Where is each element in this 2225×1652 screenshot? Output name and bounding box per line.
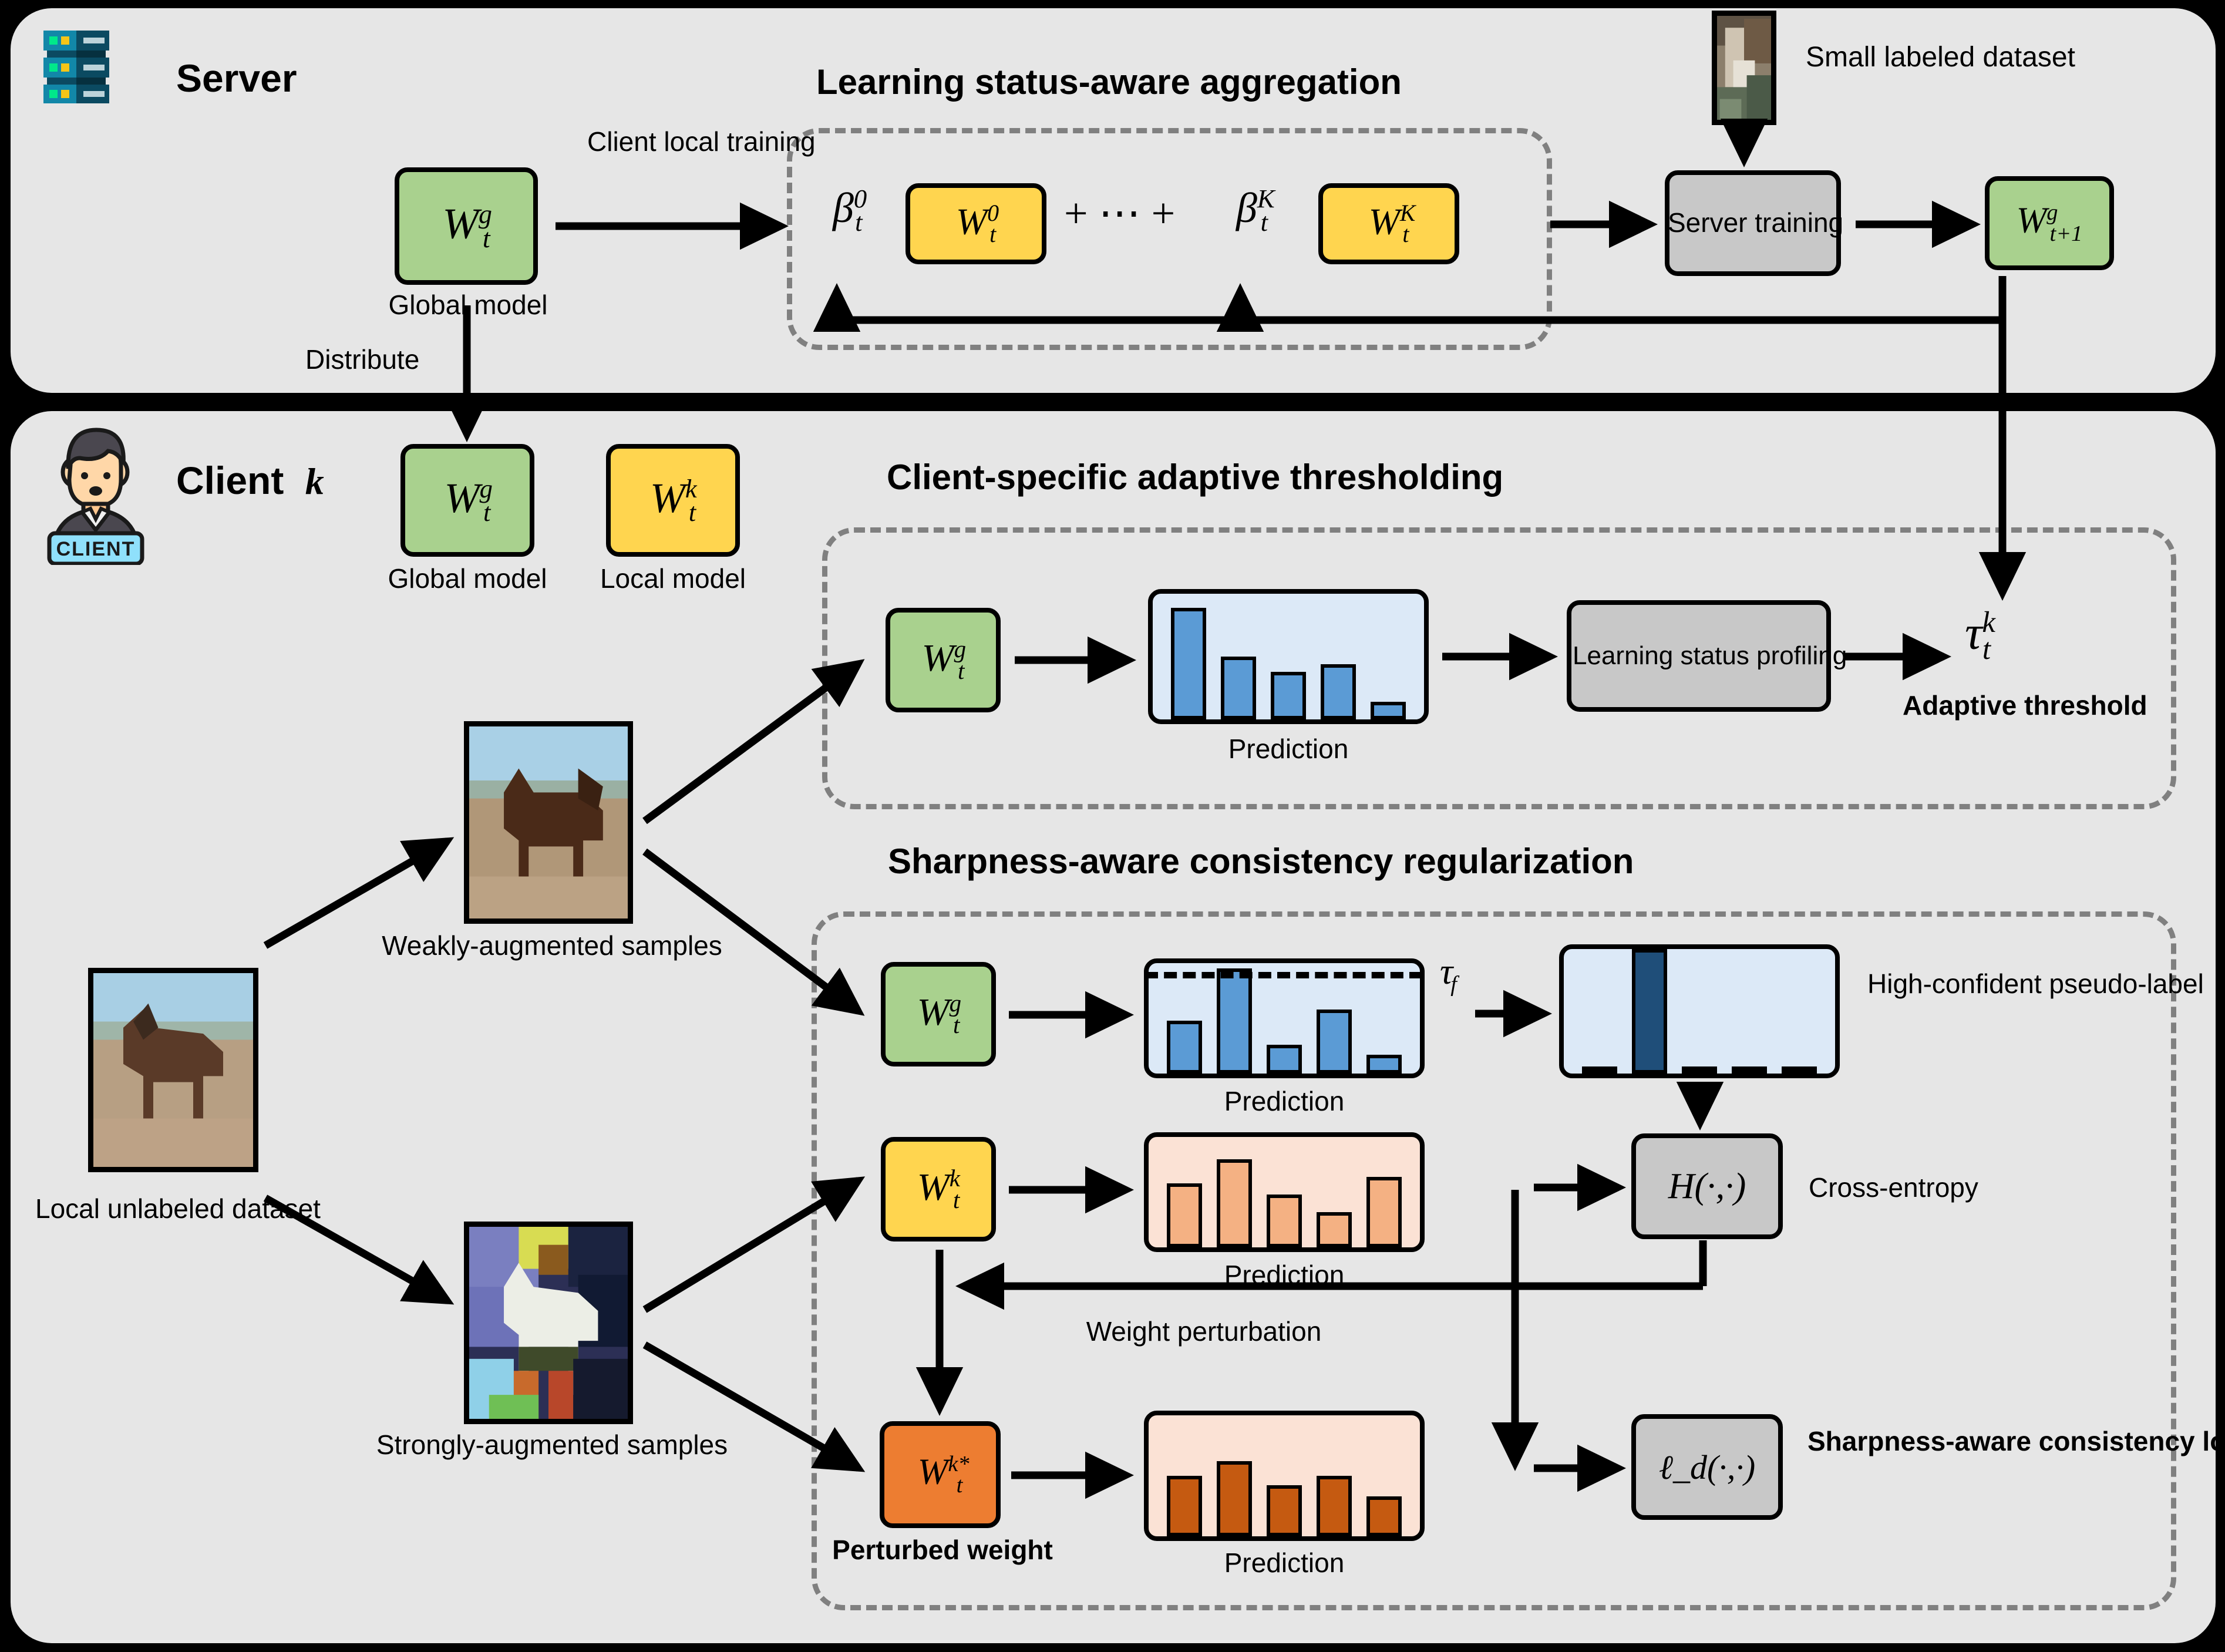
client-label-text: Client [176,459,284,502]
small-labeled-dataset-label: Small labeled dataset [1806,42,2075,73]
weak-aug-prediction-caption: Prediction [1224,1086,1345,1116]
bar [1682,1066,1717,1074]
bar [1217,1461,1252,1536]
consistency-loss-caption: Sharpness-aware consistency loss [1807,1426,2225,1456]
sharpness-section-title: Sharpness-aware consistency regularizati… [888,842,1634,881]
strongly-augmented-caption: Strongly-augmented samples [376,1429,728,1460]
client-local-model-caption: Local model [600,563,746,594]
server-label: Server [176,56,297,100]
bar [1782,1066,1817,1074]
server-global-model-box: Wgt [395,167,538,285]
next-global-model-box: Wgt+1 [1985,176,2114,270]
weight-perturbation-label: Weight perturbation [1086,1316,1322,1347]
bar [1217,1159,1252,1247]
bar [1732,1066,1767,1074]
perturbed-model-prediction-caption: Prediction [1224,1547,1345,1578]
local-unlabeled-dataset-image [88,968,258,1172]
client-index: k [305,460,324,502]
client-global-model-box: Wgt [400,444,534,557]
weakly-augmented-image [464,721,633,924]
bar [1267,1194,1302,1247]
client-local-model-box: Wkt [606,444,740,557]
thresholding-prediction-chart [1148,589,1429,724]
cross-entropy-caption: Cross-entropy [1809,1172,1978,1203]
svg-text:CLIENT: CLIENT [56,538,136,560]
server-rack-icon [41,28,112,105]
sharpness-local-model-box: Wkt [881,1137,996,1241]
perturbed-weight-box: Wk*t [880,1421,1001,1528]
bar [1366,1176,1402,1247]
bar [1167,1476,1202,1536]
learning-status-profiling-label: Learning status profiling [1573,641,1847,670]
thresholding-prediction-caption: Prediction [1228,734,1349,764]
beta-last-symbol: βKt [1236,184,1275,237]
distribute-label: Distribute [305,344,420,375]
cross-entropy-box: H(·,·) [1631,1133,1783,1239]
strongly-augmented-image [464,1222,633,1424]
bar [1171,607,1206,719]
small-labeled-dataset-image [1712,11,1776,125]
high-confident-pseudo-label-chart [1559,944,1840,1078]
bar [1271,671,1306,719]
bar [1366,1055,1402,1074]
learning-status-profiling-box: Learning status profiling [1567,600,1847,712]
bar [1317,1476,1352,1536]
client-weight-K-box: WKt [1318,183,1459,264]
aggregation-section-title: Learning status-aware aggregation [816,62,1402,102]
adaptive-threshold-symbol: τkt [1965,605,1995,665]
client-label: Client k [176,458,324,503]
consistency-loss-symbol: ℓ_d(·,·) [1658,1448,1756,1486]
diagram-root: Server Learning status-aware aggregation… [0,0,2225,1652]
bar [1632,949,1667,1074]
thresholding-dashed-box [822,527,2176,809]
bar [1582,1066,1617,1074]
thresholding-global-model-box: Wgt [886,608,1001,712]
local-unlabeled-dataset-caption: Local unlabeled dataset [35,1193,321,1224]
bar [1167,1020,1202,1074]
weakly-augmented-caption: Weakly-augmented samples [382,930,722,961]
bar [1317,1009,1352,1074]
client-person-icon: CLIENT [42,418,148,566]
server-training-label: Server training [1668,207,1844,238]
bar [1371,702,1406,719]
tau-f-symbol: τf [1440,952,1457,997]
beta-first-symbol: β0t [833,184,867,237]
bar [1321,664,1356,719]
bar [1217,968,1252,1074]
client-weight-0-box: W0t [906,183,1046,264]
local-model-prediction-caption: Prediction [1224,1260,1345,1290]
bar [1221,657,1256,719]
bar [1317,1212,1352,1247]
local-model-prediction-chart [1144,1132,1425,1252]
confidence-threshold-line [1145,972,1422,978]
client-global-model-caption: Global model [388,563,547,594]
thresholding-section-title: Client-specific adaptive thresholding [887,457,1504,497]
bar [1267,1485,1302,1536]
client-local-training-label: Client local training [587,126,816,157]
cross-entropy-symbol: H(·,·) [1668,1166,1746,1206]
adaptive-threshold-caption: Adaptive threshold [1903,690,2147,721]
sharpness-global-model-box: Wgt [881,962,996,1066]
server-training-box: Server training [1665,170,1844,276]
high-confident-pseudo-label-caption: High-confident pseudo-label [1867,968,2204,999]
bar [1366,1496,1402,1536]
consistency-loss-box: ℓ_d(·,·) [1631,1414,1783,1520]
server-global-model-caption: Global model [388,290,548,320]
bar [1167,1183,1202,1247]
perturbed-model-prediction-chart [1144,1411,1425,1541]
aggregation-ellipsis: + ⋯ + [1064,190,1176,237]
bar [1267,1045,1302,1074]
perturbed-weight-caption: Perturbed weight [832,1535,1053,1565]
sharpness-dashed-box [812,911,2176,1610]
